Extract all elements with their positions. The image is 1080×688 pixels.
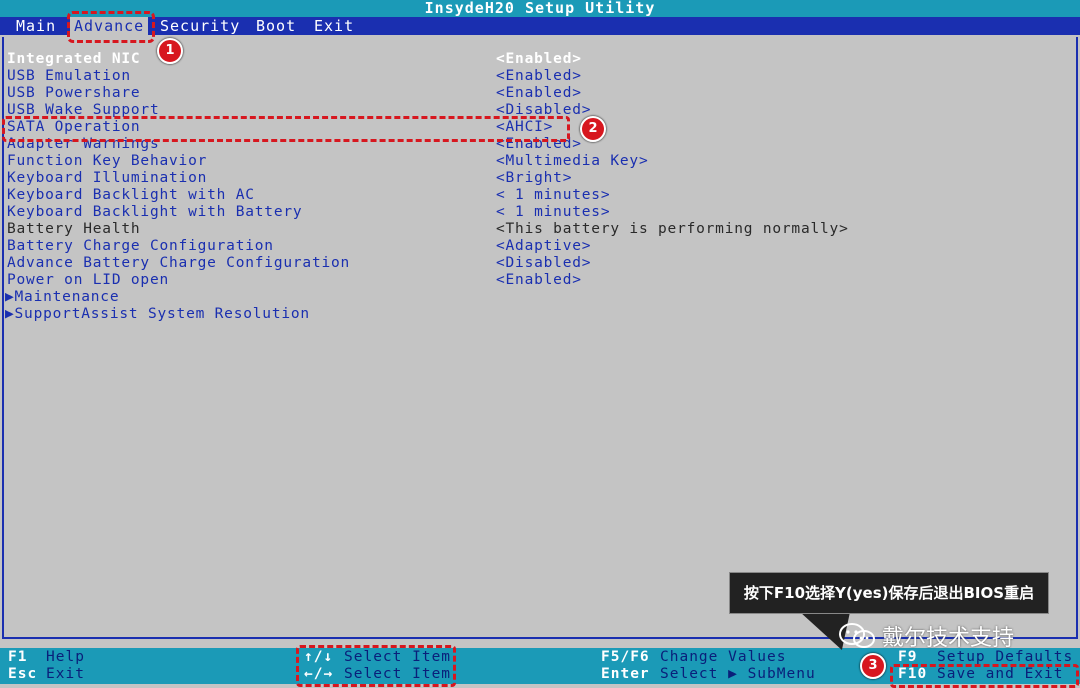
setting-value-usb-emulation[interactable]: <Enabled> bbox=[496, 68, 582, 85]
setting-value-integrated-nic[interactable]: <Enabled> bbox=[496, 51, 582, 68]
setting-label-backlight-ac[interactable]: Keyboard Backlight with AC bbox=[7, 187, 255, 204]
setting-value-function-key-behavior[interactable]: <Multimedia Key> bbox=[496, 153, 648, 170]
submenu-label: Maintenance bbox=[14, 289, 120, 305]
tab-boot[interactable]: Boot bbox=[252, 17, 300, 35]
instruction-tooltip: 按下F10选择Y(yes)保存后退出BIOS重启 bbox=[729, 572, 1049, 614]
setting-label-advance-battery-charge[interactable]: Advance Battery Charge Configuration bbox=[7, 255, 350, 272]
setting-value-usb-powershare[interactable]: <Enabled> bbox=[496, 85, 582, 102]
bios-title: InsydeH20 Setup Utility bbox=[0, 0, 1080, 17]
select-item-highlight bbox=[296, 645, 456, 687]
setting-value-battery-charge-config[interactable]: <Adaptive> bbox=[496, 238, 591, 255]
submenu-supportassist[interactable]: ▶SupportAssist System Resolution bbox=[5, 306, 310, 323]
setting-label-battery-charge-config[interactable]: Battery Charge Configuration bbox=[7, 238, 274, 255]
f5f6-key: F5/F6 bbox=[601, 649, 650, 665]
advance-tab-highlight bbox=[67, 11, 155, 43]
setting-label-power-on-lid[interactable]: Power on LID open bbox=[7, 272, 169, 289]
setting-label-usb-emulation[interactable]: USB Emulation bbox=[7, 68, 131, 85]
setting-label-battery-health: Battery Health bbox=[7, 221, 141, 237]
triangle-right-icon: ▶ bbox=[5, 306, 15, 322]
setting-label-usb-powershare[interactable]: USB Powershare bbox=[7, 85, 140, 102]
setting-label-keyboard-illumination[interactable]: Keyboard Illumination bbox=[7, 170, 207, 187]
step-3-badge: 3 bbox=[860, 653, 886, 679]
esc-desc: Exit bbox=[46, 666, 85, 682]
wechat-icon bbox=[838, 622, 876, 650]
watermark: 戴尔技术支持 bbox=[838, 620, 1014, 652]
enter-desc: Select ▶ SubMenu bbox=[660, 666, 816, 682]
f1-key: F1 bbox=[8, 649, 28, 665]
tab-exit[interactable]: Exit bbox=[310, 17, 358, 35]
setting-label-function-key-behavior[interactable]: Function Key Behavior bbox=[7, 153, 207, 170]
setting-value-backlight-ac[interactable]: < 1 minutes> bbox=[496, 187, 610, 204]
tab-main[interactable]: Main bbox=[12, 17, 60, 35]
setting-label-backlight-battery[interactable]: Keyboard Backlight with Battery bbox=[7, 204, 302, 221]
step-2-badge: 2 bbox=[580, 116, 606, 142]
setting-value-backlight-battery[interactable]: < 1 minutes> bbox=[496, 204, 610, 221]
submenu-maintenance[interactable]: ▶Maintenance bbox=[5, 289, 119, 306]
watermark-text: 戴尔技术支持 bbox=[882, 626, 1015, 651]
setting-value-battery-health: <This battery is performing normally> bbox=[496, 221, 849, 237]
submenu-label: SupportAssist System Resolution bbox=[14, 306, 310, 322]
setting-value-power-on-lid[interactable]: <Enabled> bbox=[496, 272, 582, 289]
sata-operation-highlight bbox=[2, 116, 570, 142]
f5f6-desc: Change Values bbox=[660, 649, 787, 665]
setting-value-advance-battery-charge[interactable]: <Disabled> bbox=[496, 255, 591, 272]
setting-value-keyboard-illumination[interactable]: <Bright> bbox=[496, 170, 572, 187]
enter-key: Enter bbox=[601, 666, 650, 682]
triangle-right-icon: ▶ bbox=[5, 289, 15, 305]
tab-security[interactable]: Security bbox=[156, 17, 244, 35]
menu-bar: Main Advance Security Boot Exit bbox=[0, 17, 1080, 35]
esc-key: Esc bbox=[8, 666, 38, 682]
f10-highlight bbox=[890, 664, 1079, 688]
step-1-badge: 1 bbox=[157, 38, 183, 64]
f1-desc: Help bbox=[46, 649, 85, 665]
setting-label-integrated-nic[interactable]: Integrated NIC bbox=[7, 51, 140, 68]
